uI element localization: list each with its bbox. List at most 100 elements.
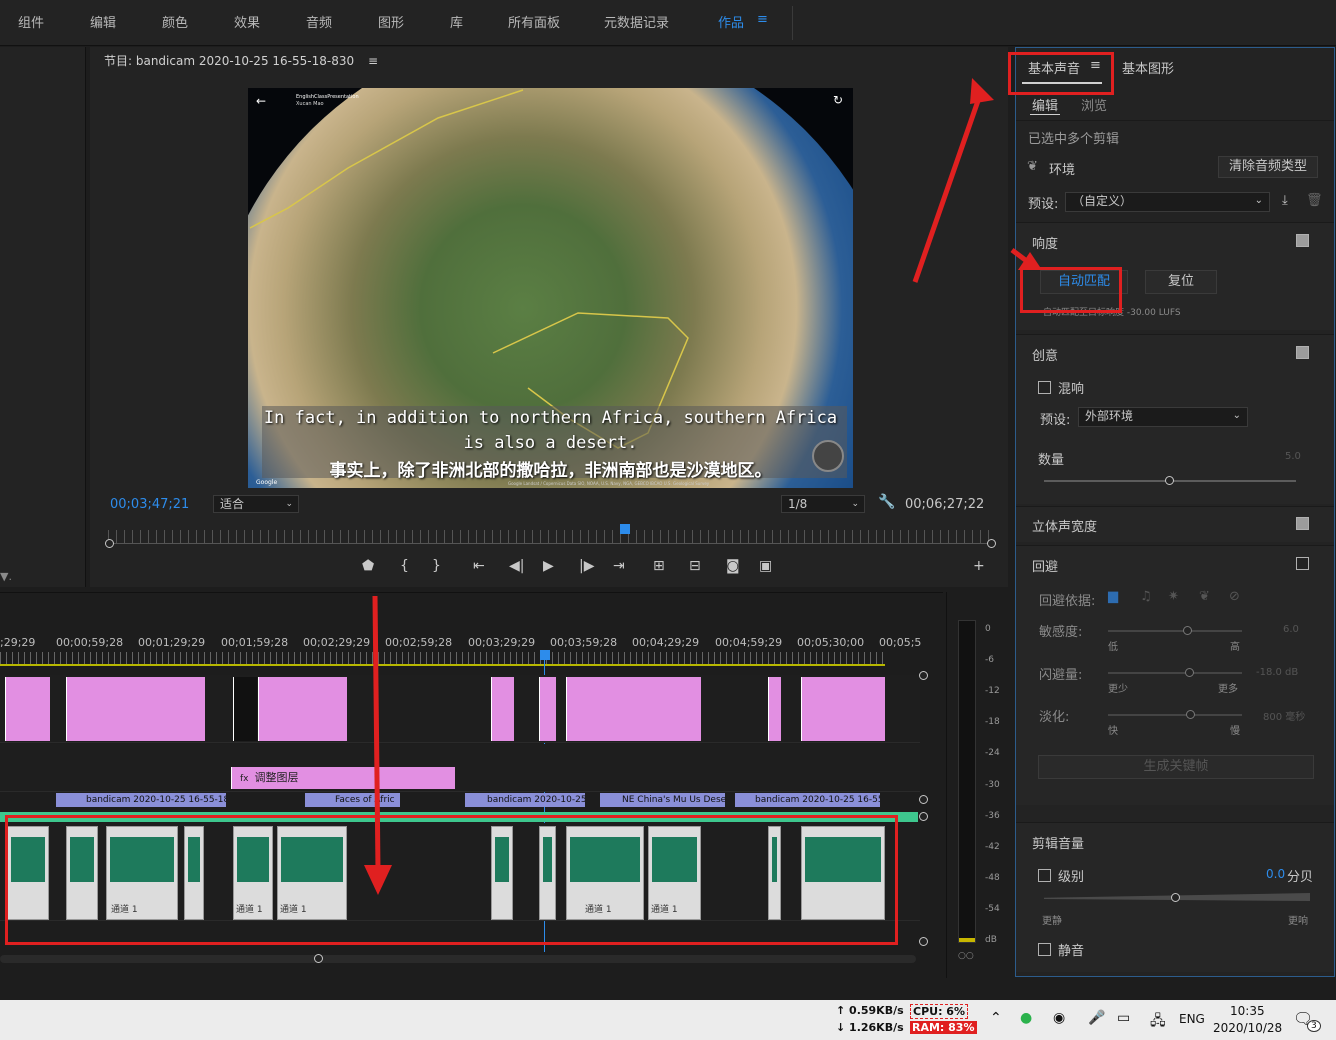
ducking-checkbox[interactable] (1296, 557, 1309, 570)
step-forward-icon[interactable]: |▶ (579, 558, 594, 574)
filter-icon[interactable]: ▼. (0, 570, 12, 583)
track-handle[interactable] (919, 812, 928, 821)
video-clip-bar[interactable]: bandicam 2020-10-25 16-55-18-83 (56, 793, 226, 807)
workspace-tab-metadata[interactable]: 元数据记录 (604, 12, 669, 31)
monitor-menu-icon[interactable]: ≡ (368, 54, 378, 68)
workspace-tab-color[interactable]: 颜色 (162, 12, 188, 31)
stereo-width-header[interactable]: 立体声宽度 (1032, 516, 1097, 535)
subtab-browse[interactable]: 浏览 (1081, 95, 1107, 114)
video-clip[interactable] (768, 677, 781, 741)
lift-icon[interactable]: ⊞ (653, 558, 665, 574)
extract-icon[interactable]: ⊟ (689, 558, 701, 574)
reset-button[interactable]: 复位 (1145, 270, 1217, 294)
reverb-checkbox[interactable] (1038, 381, 1051, 394)
wrench-icon[interactable]: 🔧 (878, 494, 895, 510)
track-handle[interactable] (919, 795, 928, 804)
track-handle[interactable] (919, 937, 928, 946)
level-checkbox[interactable] (1038, 869, 1051, 882)
timeline-playhead[interactable] (540, 650, 550, 660)
export-frame-icon[interactable]: ◙ (726, 558, 740, 574)
reverb-preset-dropdown[interactable]: 外部环境 ⌄ (1078, 407, 1248, 427)
delete-preset-icon[interactable]: 🗑 (1306, 193, 1323, 208)
fit-dropdown[interactable]: 适合 ⌄ (213, 495, 299, 513)
monitor-playhead[interactable] (620, 524, 630, 534)
clear-audio-type-button[interactable]: 清除音频类型 (1218, 156, 1318, 178)
add-marker-icon[interactable]: ⬟ (362, 558, 374, 574)
workspace-bar: 组件 编辑 颜色 效果 音频 图形 库 所有面板 元数据记录 作品 ≡ (0, 0, 1336, 46)
video-clip-bar[interactable]: NE China's Mu Us Dese (600, 793, 725, 807)
clip-volume-header[interactable]: 剪辑音量 (1032, 833, 1084, 852)
play-icon[interactable]: ▶ (543, 558, 554, 574)
video-clip-bar[interactable]: bandicam 2020-10-25 16-55-1 (735, 793, 880, 807)
video-clip[interactable] (258, 677, 347, 741)
qq-icon[interactable]: ◉ (1053, 1010, 1065, 1026)
workspace-tab-audio[interactable]: 音频 (306, 12, 332, 31)
battery-icon[interactable]: ▭ (1117, 1010, 1130, 1026)
preset-dropdown[interactable]: （自定义） ⌄ (1065, 192, 1270, 212)
go-to-out-icon[interactable]: ⇥ (613, 558, 625, 574)
mute-label: 静音 (1058, 944, 1085, 959)
subtab-edit[interactable]: 编辑 (1032, 95, 1058, 114)
video-clip[interactable] (566, 677, 701, 741)
workspace-tab-all-panels[interactable]: 所有面板 (508, 12, 560, 31)
stereo-width-checkbox[interactable] (1296, 517, 1309, 530)
mute-checkbox[interactable] (1038, 943, 1051, 956)
workspace-tab-graphics[interactable]: 图形 (378, 12, 404, 31)
meter-solo-buttons[interactable]: ○○ (958, 951, 974, 961)
mark-in-icon[interactable]: { (400, 558, 409, 574)
language-indicator[interactable]: ENG (1179, 1012, 1205, 1026)
go-to-in-icon[interactable]: ⇤ (473, 558, 485, 574)
fade-value: 800 毫秒 (1263, 712, 1306, 723)
level-slider-knob[interactable] (1171, 893, 1180, 902)
track-handle[interactable] (919, 671, 928, 680)
workspace-tab-production[interactable]: 作品 (718, 12, 744, 31)
creative-checkbox[interactable] (1296, 346, 1309, 359)
chevron-up-icon[interactable]: ⌃ (990, 1010, 1002, 1026)
monitor-zoom-right-handle[interactable] (987, 539, 996, 548)
workspace-tab-editing[interactable]: 编辑 (90, 12, 116, 31)
clock-date[interactable]: 2020/10/28 (1213, 1021, 1282, 1035)
workspace-menu-icon[interactable]: ≡ (757, 12, 768, 27)
video-clip[interactable] (5, 677, 50, 741)
workspace-tab-effects[interactable]: 效果 (234, 12, 260, 31)
timeline-horizontal-scrollbar[interactable] (0, 955, 916, 963)
video-clip[interactable] (801, 677, 885, 741)
monitor-time-ruler[interactable] (108, 530, 992, 544)
workspace-tab-assembly[interactable]: 组件 (18, 12, 44, 31)
monitor-zoom-left-handle[interactable] (105, 539, 114, 548)
level-value[interactable]: 0.0 (1266, 867, 1285, 881)
meter-db-label: -54 (985, 904, 1000, 914)
video-clip-bar[interactable]: bandicam 2020-10-25 1 (465, 793, 585, 807)
loudness-checkbox[interactable] (1296, 234, 1309, 247)
save-preset-icon[interactable]: ⤓ (1282, 193, 1288, 208)
amount-value: 5.0 (1285, 451, 1301, 462)
amount-slider-knob[interactable] (1165, 476, 1174, 485)
wechat-icon[interactable]: ● (1020, 1010, 1032, 1026)
network-icon[interactable]: 🖧 (1150, 1010, 1166, 1034)
current-timecode[interactable]: 00;03;47;21 (110, 497, 189, 512)
microphone-icon[interactable]: 🎤 (1088, 1010, 1105, 1026)
creative-header[interactable]: 创意 (1032, 345, 1058, 364)
add-button-icon[interactable]: + (973, 558, 985, 574)
workspace-tab-libraries[interactable]: 库 (450, 12, 463, 31)
monitor-title: 节目: bandicam 2020-10-25 16-55-18-830 ≡ (104, 52, 378, 69)
tab-essential-graphics[interactable]: 基本图形 (1122, 58, 1174, 77)
video-clip[interactable] (233, 677, 257, 741)
adjustment-layer-clip[interactable]: fx 调整图层 (231, 767, 455, 789)
video-clip[interactable] (539, 677, 556, 741)
timeline-timecode: 00;03;29;29 (468, 636, 536, 649)
loudness-header[interactable]: 响度 (1032, 233, 1058, 252)
resolution-dropdown[interactable]: 1/8 ⌄ (781, 495, 865, 513)
video-clip[interactable] (491, 677, 514, 741)
comparison-view-icon[interactable]: ▣ (759, 558, 772, 574)
timeline-ruler[interactable] (0, 652, 885, 666)
back-arrow-icon[interactable]: ← (256, 94, 266, 108)
meter-db-label: -6 (985, 655, 994, 665)
scrollbar-handle[interactable] (314, 954, 323, 963)
step-back-icon[interactable]: ◀| (509, 558, 524, 574)
video-clip-bar[interactable]: Faces of Afric (305, 793, 400, 807)
ducking-header[interactable]: 回避 (1032, 556, 1058, 575)
clock-time[interactable]: 10:35 (1230, 1004, 1265, 1018)
video-clip[interactable] (66, 677, 205, 741)
mark-out-icon[interactable]: } (432, 558, 441, 574)
